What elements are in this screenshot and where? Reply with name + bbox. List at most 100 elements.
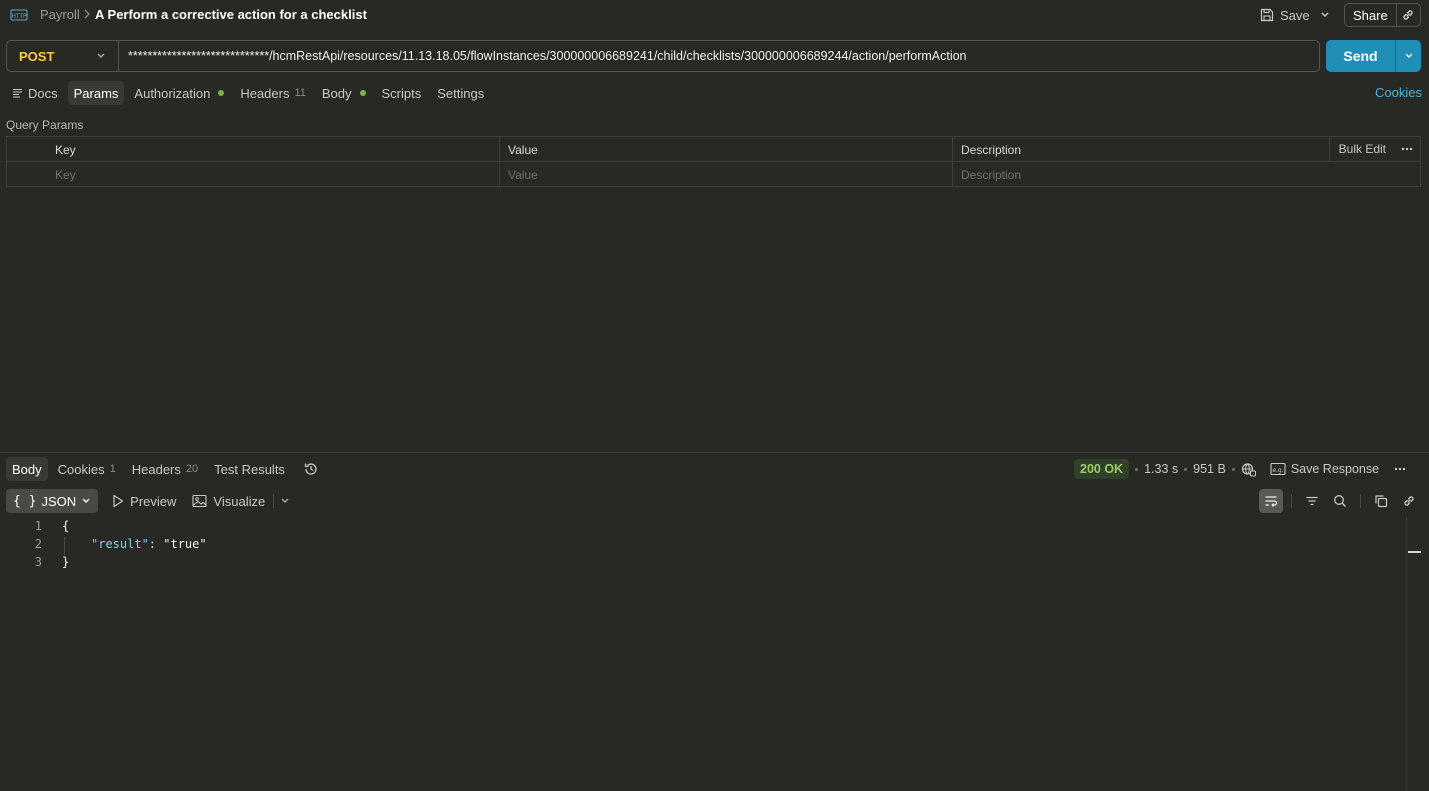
- json-open-brace: {: [62, 519, 70, 533]
- status-badge[interactable]: 200 OK: [1074, 459, 1130, 479]
- json-key: "result": [91, 537, 149, 551]
- tab-scripts[interactable]: Scripts: [376, 81, 428, 105]
- visualize-button[interactable]: Visualize: [184, 489, 273, 513]
- line-number: 3: [34, 555, 42, 569]
- filter-icon[interactable]: [1300, 489, 1324, 513]
- preview-button[interactable]: Preview: [104, 489, 184, 513]
- column-header-description: Description: [961, 142, 1022, 157]
- column-divider: [1329, 137, 1330, 162]
- tab-authorization[interactable]: Authorization: [128, 81, 230, 105]
- visualize-label: Visualize: [213, 493, 266, 509]
- share-button[interactable]: Share: [1345, 4, 1397, 26]
- save-options-button[interactable]: [1316, 4, 1334, 26]
- format-toolbar: { } JSON Preview Visualize: [6, 489, 296, 513]
- copy-link-button[interactable]: [1397, 8, 1420, 22]
- json-close-brace: }: [62, 555, 70, 569]
- method-label: POST: [19, 48, 55, 64]
- url-bar: POST *****************************/hcmRe…: [6, 40, 1320, 72]
- response-tools: [1259, 489, 1421, 513]
- tab-label: Authorization: [134, 85, 211, 101]
- tab-label: Test Results: [214, 461, 285, 477]
- response-size[interactable]: 951 B: [1193, 462, 1226, 476]
- breadcrumb-parent[interactable]: Payroll: [40, 7, 80, 22]
- format-label: JSON: [41, 493, 77, 509]
- docs-icon: [12, 88, 23, 98]
- tab-label: Params: [73, 85, 119, 101]
- json-line: "result": "true": [91, 535, 207, 553]
- column-divider: [499, 137, 500, 186]
- tab-body[interactable]: Body: [316, 81, 372, 105]
- share-group: Share: [1344, 3, 1421, 27]
- response-meta: 200 OK 1.33 s 951 B e.g. Save Response: [1074, 458, 1407, 480]
- tab-params[interactable]: Params: [67, 81, 125, 105]
- send-group: Send: [1326, 40, 1421, 72]
- tab-label: Cookies: [57, 461, 105, 477]
- json-value: "true": [163, 537, 207, 551]
- json-colon: :: [148, 537, 164, 551]
- scrollbar-thumb[interactable]: [1408, 551, 1421, 553]
- wrap-lines-icon[interactable]: [1259, 489, 1283, 513]
- send-options-button[interactable]: [1396, 40, 1421, 72]
- image-icon: [192, 494, 207, 508]
- tab-label: Body: [321, 85, 352, 101]
- tab-label: Scripts: [381, 85, 422, 101]
- separator-dot: [1231, 467, 1235, 471]
- response-time[interactable]: 1.33 s: [1144, 462, 1178, 476]
- search-icon[interactable]: [1328, 489, 1352, 513]
- preview-label: Preview: [130, 493, 177, 509]
- tab-docs[interactable]: Docs: [6, 81, 64, 105]
- chevron-down-icon[interactable]: [274, 497, 296, 505]
- param-description-input[interactable]: Description: [953, 162, 1413, 187]
- chevron-down-icon: [1404, 52, 1414, 60]
- param-key-input[interactable]: Key: [47, 162, 500, 187]
- more-options-icon[interactable]: [1400, 142, 1414, 156]
- scrollbar-track[interactable]: [1406, 517, 1407, 791]
- column-header-value: Value: [508, 142, 538, 157]
- tab-label: Headers: [240, 85, 290, 101]
- cookies-link[interactable]: Cookies: [1375, 85, 1422, 100]
- column-header-key: Key: [55, 142, 76, 157]
- send-button[interactable]: Send: [1326, 40, 1396, 72]
- copy-icon[interactable]: [1369, 489, 1393, 513]
- request-title[interactable]: A Perform a corrective action for a chec…: [95, 7, 367, 22]
- table-row: Key Value Description: [7, 162, 1420, 187]
- svg-text:e.g.: e.g.: [1272, 467, 1283, 474]
- save-response-button[interactable]: e.g. Save Response: [1270, 462, 1379, 476]
- url-input[interactable]: *****************************/hcmRestApi…: [119, 49, 1319, 63]
- query-params-table: Key Value Description Bulk Edit Key Valu…: [6, 136, 1421, 187]
- chevron-down-icon: [81, 497, 91, 505]
- link-icon[interactable]: [1397, 489, 1421, 513]
- network-globe-icon[interactable]: [1241, 462, 1256, 477]
- query-params-title: Query Params: [6, 118, 84, 132]
- request-tabs: Docs Params Authorization Headers 11 Bod…: [6, 81, 494, 105]
- param-value-input[interactable]: Value: [500, 162, 953, 187]
- history-icon[interactable]: [303, 461, 319, 477]
- line-number: 2: [34, 537, 42, 551]
- format-select[interactable]: { } JSON: [6, 489, 99, 513]
- method-select[interactable]: POST: [7, 41, 119, 71]
- pane-divider[interactable]: [0, 452, 1429, 453]
- divider: [1291, 494, 1292, 508]
- chevron-right-icon: [83, 8, 91, 20]
- play-icon: [112, 494, 124, 508]
- http-icon: HTTP: [10, 7, 28, 23]
- more-options-icon[interactable]: [1393, 462, 1407, 476]
- divider: [1360, 494, 1361, 508]
- save-example-icon: e.g.: [1270, 462, 1286, 476]
- tab-label: Docs: [28, 85, 58, 101]
- save-response-label: Save Response: [1290, 462, 1380, 476]
- save-button[interactable]: Save: [1256, 3, 1314, 27]
- tab-headers[interactable]: Headers 11: [234, 81, 312, 105]
- response-tab-headers[interactable]: Headers 20: [126, 457, 204, 481]
- tab-settings[interactable]: Settings: [431, 81, 490, 105]
- headers-count: 20: [185, 463, 199, 475]
- separator-dot: [1184, 467, 1188, 471]
- response-tabs: Body Cookies 1 Headers 20 Test Results: [6, 457, 319, 481]
- response-tab-test-results[interactable]: Test Results: [208, 457, 291, 481]
- tab-label: Headers: [131, 461, 181, 477]
- response-tab-cookies[interactable]: Cookies 1: [52, 457, 122, 481]
- cookies-count: 1: [109, 463, 116, 475]
- response-tab-body[interactable]: Body: [6, 457, 48, 481]
- bulk-edit-button[interactable]: Bulk Edit: [1339, 142, 1386, 156]
- tab-label: Settings: [437, 85, 485, 101]
